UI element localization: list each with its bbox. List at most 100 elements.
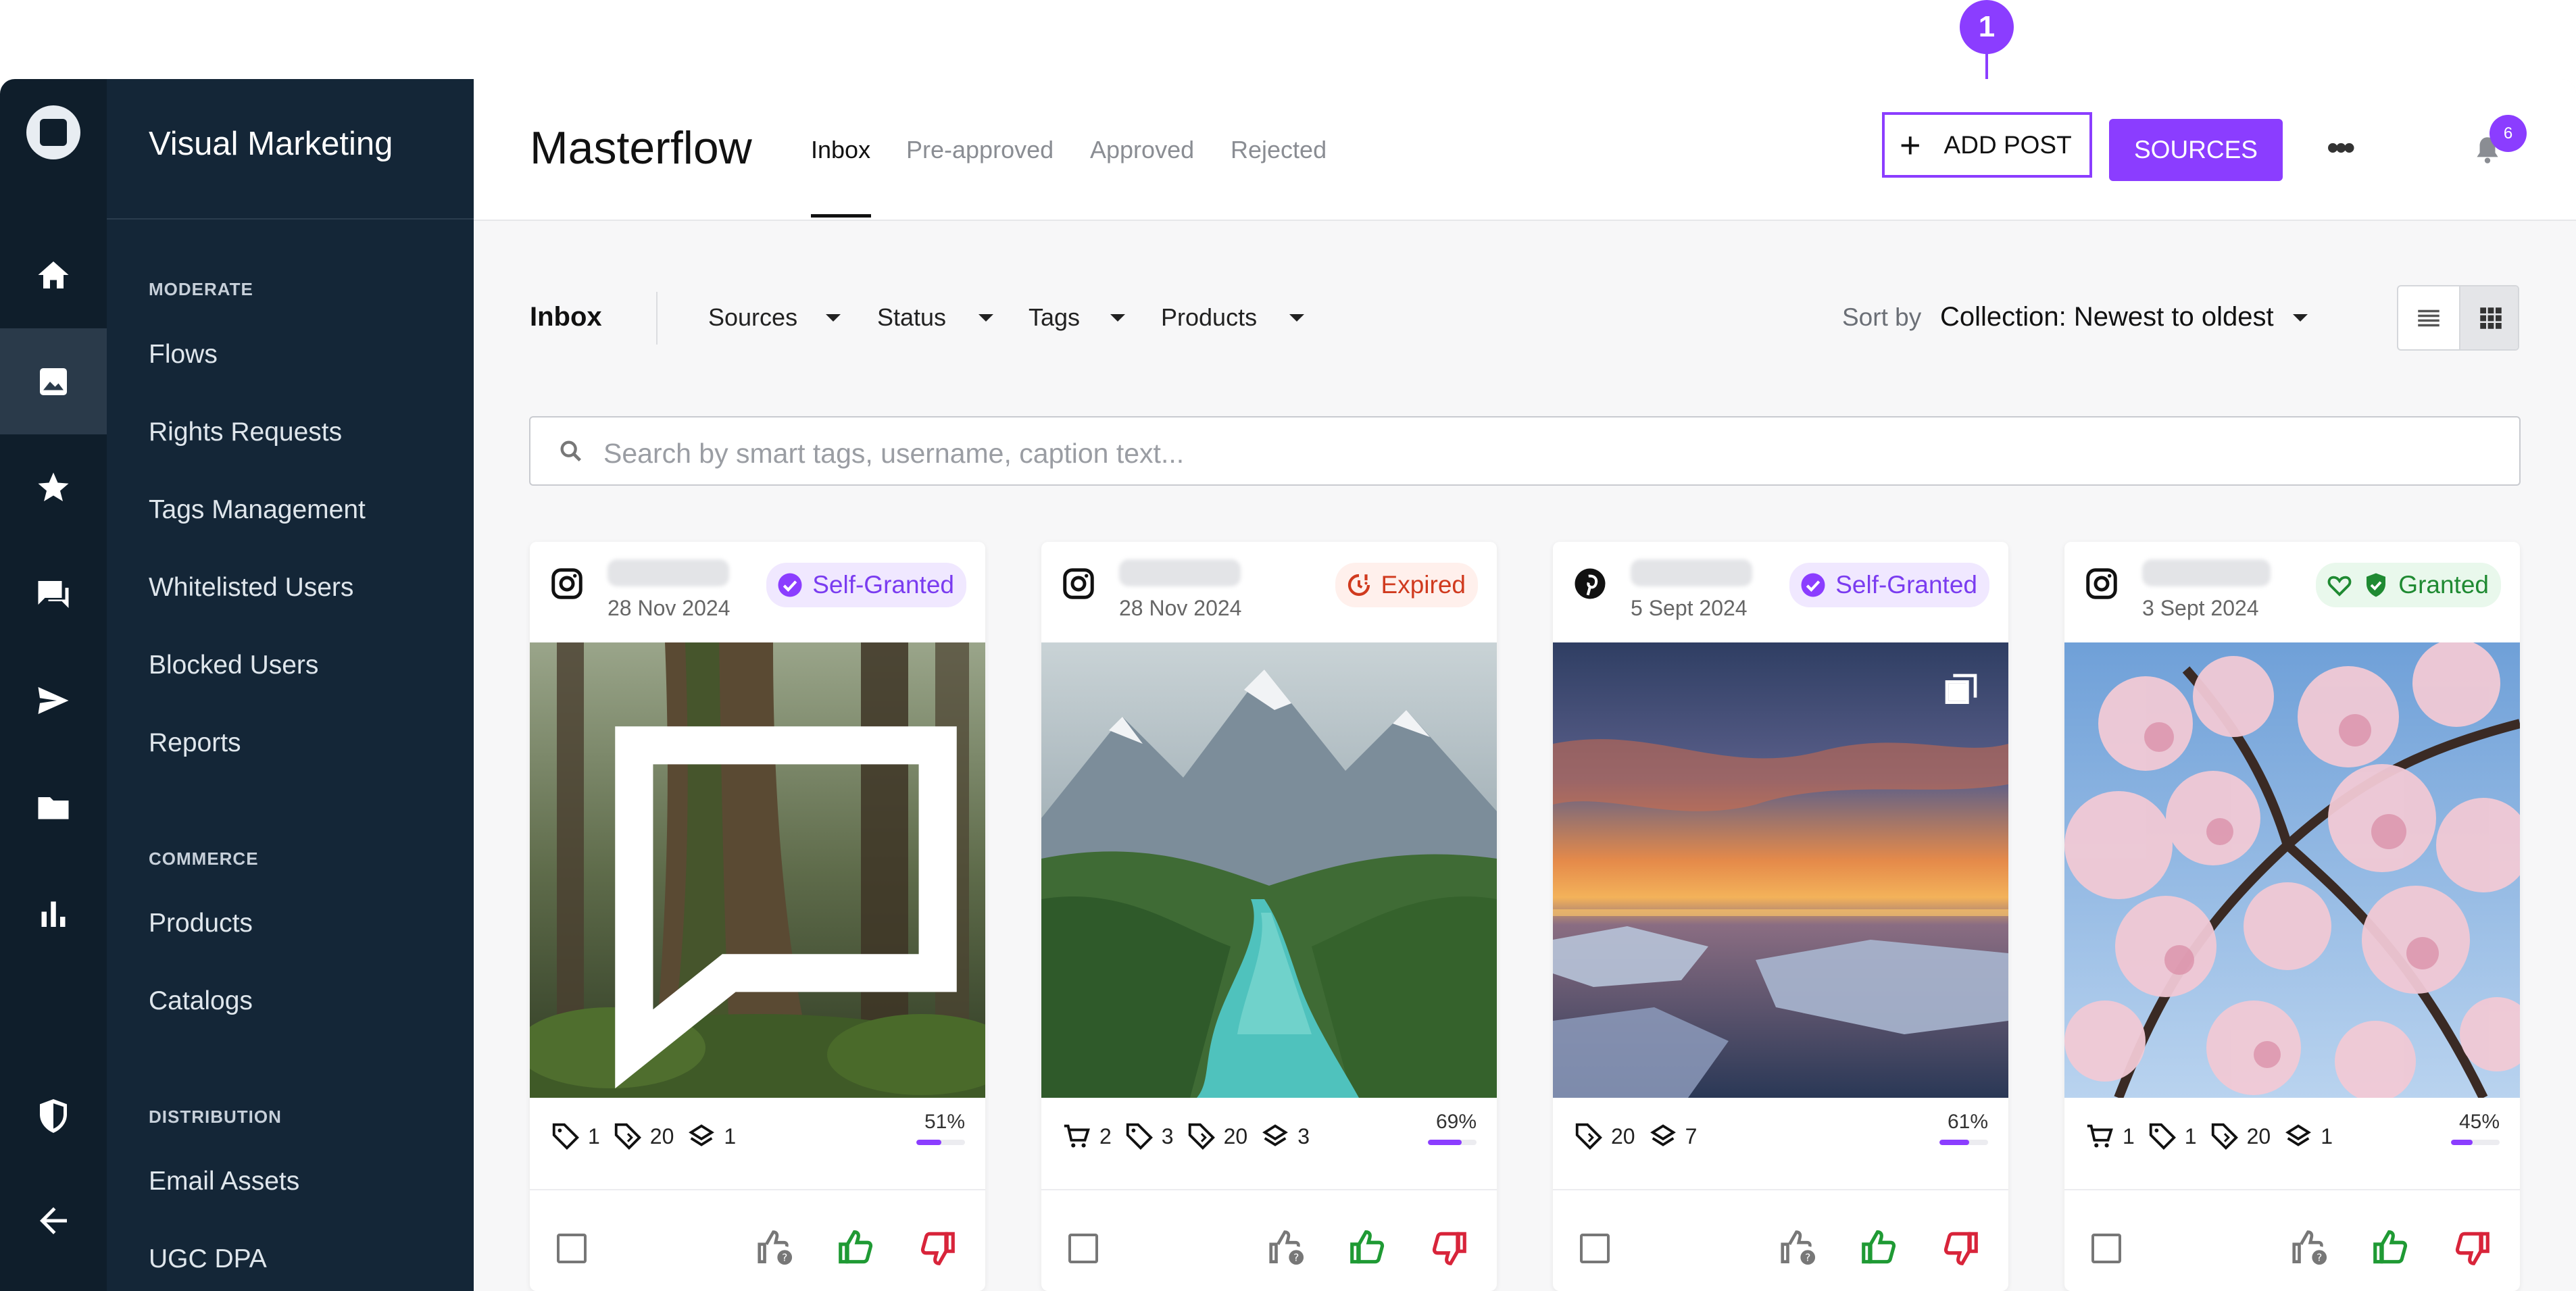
score-bar: [916, 1140, 965, 1145]
tab-pre-approved[interactable]: Pre-approved: [906, 136, 1054, 164]
icon-rail: [0, 79, 107, 1291]
chevron-down-icon[interactable]: [1289, 314, 1304, 322]
search-input[interactable]: Search by smart tags, username, caption …: [603, 438, 1184, 470]
product-count: 1: [2085, 1121, 2135, 1152]
more-options-icon[interactable]: •••: [2327, 128, 2356, 168]
back-arrow-icon[interactable]: [33, 1200, 74, 1241]
reject-thumbs-down-icon[interactable]: [2451, 1227, 2493, 1269]
score-bar: [1428, 1140, 1477, 1145]
sort-dropdown[interactable]: Collection: Newest to oldest: [1940, 302, 2274, 332]
sidebar-item-rights-requests[interactable]: Rights Requests: [149, 417, 342, 447]
tag-icon: [552, 1123, 579, 1150]
layer-count-value: 1: [724, 1123, 737, 1148]
shield-icon[interactable]: [33, 1096, 74, 1136]
post-card[interactable]: 28 Nov 2024 Expired 2 3 20 3 69% ?: [1041, 542, 1497, 1291]
product-count: 2: [1062, 1121, 1112, 1152]
tab-inbox[interactable]: Inbox: [811, 136, 870, 164]
filter-status-dropdown[interactable]: Status: [877, 303, 946, 332]
grid-view-icon[interactable]: [2459, 286, 2518, 349]
tag-icon: [1126, 1123, 1153, 1150]
sidebar-item-email-assets[interactable]: Email Assets: [149, 1167, 299, 1196]
send-icon[interactable]: [33, 680, 74, 721]
layer-count: 7: [1648, 1121, 1697, 1152]
sidebar-item-blocked-users[interactable]: Blocked Users: [149, 651, 318, 680]
post-image-mountain-valley[interactable]: [1041, 642, 1497, 1098]
sidebar-item-ugc-dpa[interactable]: UGC DPA: [149, 1244, 267, 1274]
card-divider: [530, 1189, 985, 1190]
status-badge: Self-Granted: [766, 563, 966, 607]
post-card[interactable]: 28 Nov 2024 Self-Granted 1 20 1 51% ?: [530, 542, 985, 1291]
section-title-commerce: COMMERCE: [149, 849, 259, 869]
sidebar-item-flows[interactable]: Flows: [149, 340, 218, 370]
smart-tag-count-value: 20: [1223, 1123, 1248, 1148]
status-label: Expired: [1381, 571, 1466, 599]
tag-count: 1: [550, 1121, 600, 1152]
filter-products-dropdown[interactable]: Products: [1161, 303, 1257, 332]
sidebar-item-products[interactable]: Products: [149, 909, 253, 938]
active-tab-indicator: [811, 214, 871, 218]
image-icon[interactable]: [33, 361, 74, 402]
card-divider: [2064, 1189, 2520, 1190]
smart-tag-icon: [2211, 1123, 2238, 1150]
reject-thumbs-down-icon[interactable]: [916, 1227, 958, 1269]
home-icon[interactable]: [33, 255, 74, 295]
star-icon[interactable]: [33, 467, 74, 508]
post-card[interactable]: 3 Sept 2024 Granted 1 1 20 1 45% ?: [2064, 542, 2520, 1291]
approve-thumbs-up-icon[interactable]: [1858, 1227, 1900, 1269]
logo-icon[interactable]: [25, 104, 82, 161]
thumbs-up-question-icon[interactable]: ?: [754, 1227, 796, 1269]
card-divider: [1041, 1189, 1497, 1190]
add-post-label: ADD POST: [1943, 130, 2072, 159]
sidebar-item-catalogs[interactable]: Catalogs: [149, 986, 253, 1016]
chevron-down-icon[interactable]: [826, 314, 841, 322]
chevron-down-icon[interactable]: [1110, 314, 1125, 322]
sidebar-item-tags-management[interactable]: Tags Management: [149, 495, 366, 525]
select-checkbox[interactable]: [1580, 1234, 1610, 1263]
layers-icon: [2285, 1124, 2312, 1146]
tag-count-value: 1: [588, 1123, 600, 1148]
reject-thumbs-down-icon[interactable]: [1939, 1227, 1981, 1269]
layer-count: 3: [1260, 1121, 1310, 1152]
list-view-icon[interactable]: [2398, 286, 2459, 349]
add-post-button[interactable]: + ADD POST: [1882, 112, 2092, 178]
check-badge-icon: [778, 573, 802, 597]
bar-chart-icon[interactable]: [33, 893, 74, 934]
username-blurred: [2142, 559, 2271, 586]
sources-button[interactable]: SOURCES: [2109, 119, 2283, 181]
thumbs-up-question-icon[interactable]: ?: [1266, 1227, 1308, 1269]
score-bar-fill: [1428, 1140, 1462, 1145]
filter-section-label: Inbox: [530, 302, 602, 332]
select-checkbox[interactable]: [557, 1234, 587, 1263]
post-image-cherry-blossom[interactable]: [2064, 642, 2520, 1098]
post-card[interactable]: 5 Sept 2024 Self-Granted 20 7 61% ?: [1553, 542, 2008, 1291]
svg-text:?: ?: [2317, 1252, 2322, 1264]
thumbs-up-question-icon[interactable]: ?: [2289, 1227, 2331, 1269]
app-window: Visual Marketing MODERATE Flows Rights R…: [0, 79, 2576, 1291]
search-bar[interactable]: Search by smart tags, username, caption …: [529, 416, 2521, 486]
chevron-down-icon[interactable]: [2293, 314, 2308, 322]
select-checkbox[interactable]: [1068, 1234, 1098, 1263]
chat-icon[interactable]: [33, 574, 74, 615]
sidebar-item-reports[interactable]: Reports: [149, 728, 241, 758]
reject-thumbs-down-icon[interactable]: [1428, 1227, 1470, 1269]
post-date: 3 Sept 2024: [2142, 596, 2259, 620]
plus-icon: +: [1900, 124, 1921, 166]
workspace-title: Visual Marketing: [149, 126, 393, 162]
engagement-stats: 1 0: [558, 669, 985, 1098]
filter-tags-dropdown[interactable]: Tags: [1029, 303, 1080, 332]
chevron-down-icon[interactable]: [979, 314, 993, 322]
filter-sources-dropdown[interactable]: Sources: [708, 303, 797, 332]
select-checkbox[interactable]: [2091, 1234, 2121, 1263]
folder-icon[interactable]: [33, 787, 74, 828]
tag-count-value: 3: [1161, 1123, 1174, 1148]
approve-thumbs-up-icon[interactable]: [2370, 1227, 2412, 1269]
tab-rejected[interactable]: Rejected: [1231, 136, 1327, 164]
post-image-forest[interactable]: 1 0: [530, 642, 985, 1098]
smart-tag-count-value: 20: [649, 1123, 674, 1148]
post-image-sunset-ice[interactable]: [1553, 642, 2008, 1098]
approve-thumbs-up-icon[interactable]: [835, 1227, 877, 1269]
sidebar-item-whitelisted-users[interactable]: Whitelisted Users: [149, 573, 353, 603]
tab-approved[interactable]: Approved: [1090, 136, 1194, 164]
approve-thumbs-up-icon[interactable]: [1347, 1227, 1389, 1269]
thumbs-up-question-icon[interactable]: ?: [1777, 1227, 1819, 1269]
